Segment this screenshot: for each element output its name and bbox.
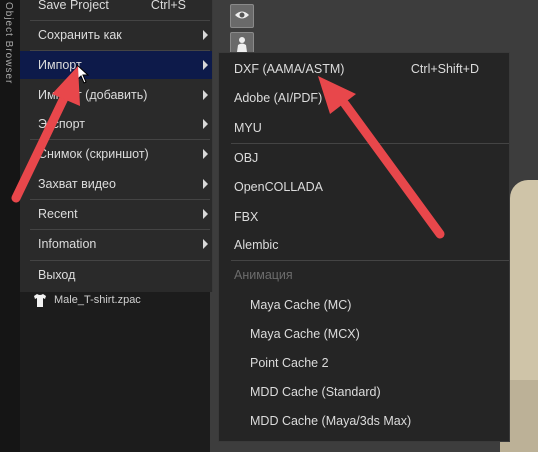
submenu-item-label: Adobe (AI/PDF) [234, 91, 323, 105]
submenu-item-label: Point Cache 2 [250, 356, 329, 370]
submenu-item-mdd-standard[interactable]: MDD Cache (Standard) [219, 378, 509, 406]
submenu-item-label: FBX [234, 210, 259, 224]
submenu-arrow-icon [203, 209, 208, 219]
menu-item-video-capture[interactable]: Захват видео [20, 170, 212, 198]
submenu-arrow-icon [203, 30, 208, 40]
menu-item-label: Импорт (добавить) [38, 88, 148, 102]
menu-item-save-project[interactable]: Save Project Ctrl+S [20, 0, 212, 19]
menu-item-export[interactable]: Экспорт [20, 110, 212, 138]
menu-item-label: Save Project [38, 0, 109, 12]
submenu-item-label: Maya Cache (MCX) [250, 327, 360, 341]
submenu-item-label: Alembic [234, 238, 279, 252]
submenu-arrow-icon [203, 119, 208, 129]
submenu-item-adobe[interactable]: Adobe (AI/PDF) [219, 84, 509, 112]
import-submenu: DXF (AAMA/ASTM) Ctrl+Shift+D Adobe (AI/P… [218, 52, 510, 442]
sidebar-vertical-label: Object Browser [3, 2, 14, 85]
submenu-item-label: Maya Cache (MC) [250, 298, 352, 312]
submenu-item-maya-cache-mc[interactable]: Maya Cache (MC) [219, 291, 509, 319]
menu-item-label: Захват видео [38, 177, 116, 191]
submenu-item-label: MDD Cache (Maya/3ds Max) [250, 414, 412, 428]
menu-item-save-as[interactable]: Сохранить как [20, 21, 212, 49]
menu-item-label: Экспорт [38, 117, 85, 131]
submenu-section-label: Анимация [234, 268, 293, 282]
submenu-arrow-icon [203, 90, 208, 100]
menu-item-recent[interactable]: Recent [20, 200, 212, 228]
submenu-arrow-icon [203, 149, 208, 159]
tshirt-icon [32, 292, 48, 308]
menu-item-label: Recent [38, 207, 78, 221]
menu-item-exit[interactable]: Выход [20, 261, 212, 289]
menu-item-label: Сохранить как [38, 28, 122, 42]
left-panel-strip: Object Browser [0, 0, 21, 452]
menu-item-snapshot[interactable]: Снимок (скриншот) [20, 140, 212, 168]
menu-item-import[interactable]: Импорт [20, 51, 212, 79]
submenu-item-shortcut: Ctrl+Shift+D [410, 62, 479, 76]
submenu-arrow-icon [203, 179, 208, 189]
submenu-item-label: OBJ [234, 151, 259, 165]
submenu-item-myu[interactable]: MYU [219, 114, 509, 142]
submenu-item-label: MYU [234, 121, 262, 135]
eye-icon[interactable] [230, 4, 254, 28]
mouse-cursor-icon [76, 64, 90, 84]
menu-item-label: Выход [38, 268, 76, 282]
submenu-item-mdd-maya-3ds[interactable]: MDD Cache (Maya/3ds Max) [219, 407, 509, 435]
menu-item-information[interactable]: Infomation [20, 230, 212, 258]
submenu-item-opencollada[interactable]: OpenCOLLADA [219, 173, 509, 201]
menu-item-label: Infomation [38, 237, 97, 251]
submenu-item-label: MDD Cache (Standard) [250, 385, 381, 399]
menu-item-shortcut: Ctrl+S [150, 0, 186, 12]
submenu-item-fbx[interactable]: FBX [219, 203, 509, 231]
submenu-item-label: OpenCOLLADA [234, 180, 323, 194]
menu-item-label: Снимок (скриншот) [38, 147, 149, 161]
submenu-item-alembic[interactable]: Alembic [219, 231, 509, 259]
file-item-label: Male_T-shirt.zpac [54, 294, 141, 306]
submenu-item-dxf[interactable]: DXF (AAMA/ASTM) Ctrl+Shift+D [219, 55, 509, 83]
submenu-arrow-icon [203, 239, 208, 249]
submenu-section-animation: Анимация [219, 261, 509, 289]
file-menu: Save Project Ctrl+S Сохранить как Импорт… [20, 0, 213, 292]
submenu-item-label: DXF (AAMA/ASTM) [234, 62, 345, 76]
submenu-item-maya-cache-mcx[interactable]: Maya Cache (MCX) [219, 320, 509, 348]
submenu-item-obj[interactable]: OBJ [219, 144, 509, 172]
menu-item-import-add[interactable]: Импорт (добавить) [20, 81, 212, 109]
submenu-arrow-icon [203, 60, 208, 70]
file-list-item[interactable]: Male_T-shirt.zpac [32, 292, 141, 308]
submenu-item-point-cache-2[interactable]: Point Cache 2 [219, 349, 509, 377]
